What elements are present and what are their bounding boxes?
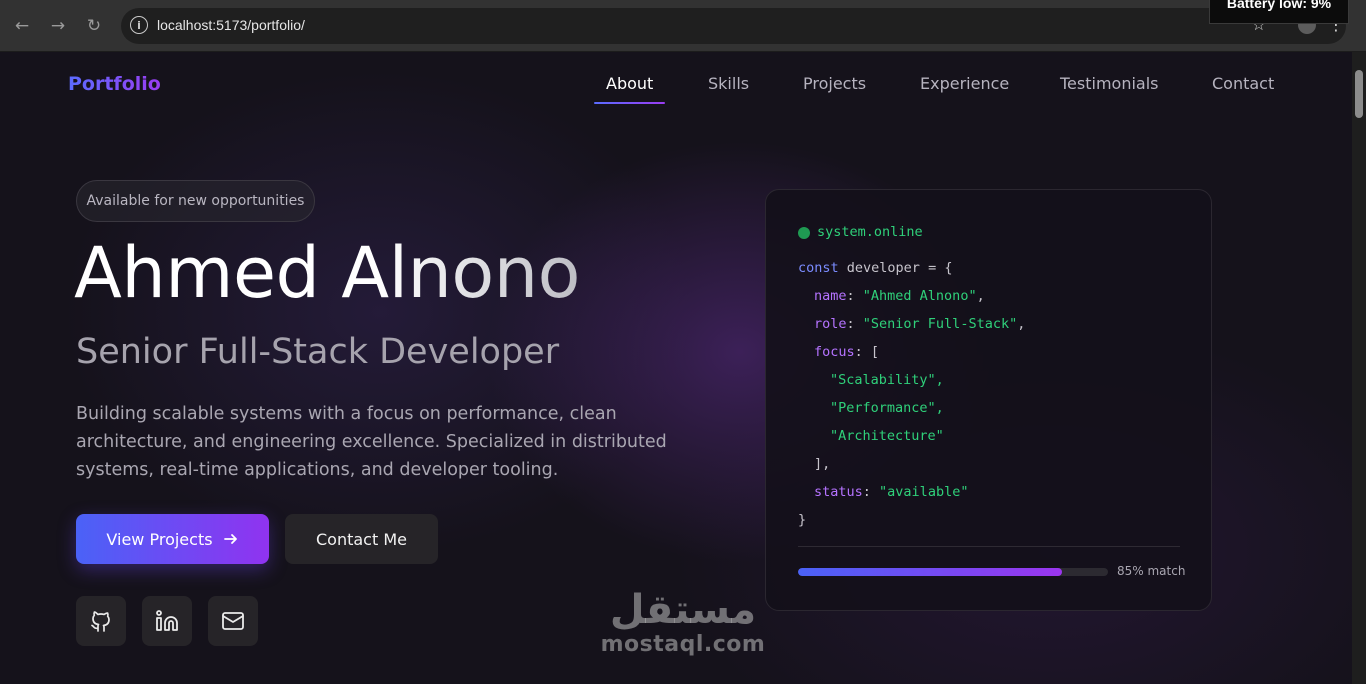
code-focus-item: "Scalability", bbox=[830, 372, 944, 388]
hero-name: Ahmed Alnono bbox=[74, 232, 580, 314]
code-value-status: "available" bbox=[879, 484, 969, 500]
address-bar[interactable]: i localhost:5173/portfolio/ ☆ ⋮ bbox=[121, 8, 1346, 44]
nav-experience[interactable]: Experience bbox=[920, 74, 1009, 93]
nav-projects[interactable]: Projects bbox=[803, 74, 866, 93]
email-button[interactable] bbox=[208, 596, 258, 646]
view-projects-button[interactable]: View Projects bbox=[76, 514, 269, 564]
match-progress-fill bbox=[798, 568, 1062, 576]
active-nav-underline bbox=[594, 102, 665, 104]
linkedin-icon bbox=[156, 610, 178, 631]
github-icon bbox=[91, 611, 110, 632]
forward-arrow-icon[interactable]: → bbox=[45, 13, 71, 39]
card-divider bbox=[798, 546, 1180, 547]
code-value-role: "Senior Full-Stack" bbox=[862, 316, 1018, 332]
nav-skills[interactable]: Skills bbox=[708, 74, 749, 93]
availability-badge: Available for new opportunities bbox=[76, 180, 315, 222]
top-navigation: About Skills Projects Experience Testimo… bbox=[0, 74, 1352, 104]
arrow-right-icon bbox=[223, 534, 237, 544]
nav-testimonials[interactable]: Testimonials bbox=[1060, 74, 1159, 93]
code-key-focus: focus bbox=[814, 344, 855, 360]
hero-description: Building scalable systems with a focus o… bbox=[76, 404, 667, 480]
mostaql-watermark: مستقل mostaql.com bbox=[598, 587, 768, 657]
battery-notification: Battery low: 9% bbox=[1209, 0, 1349, 24]
view-projects-label: View Projects bbox=[106, 529, 213, 549]
browser-toolbar: ← → ↻ i localhost:5173/portfolio/ ☆ ⋮ bbox=[0, 0, 1366, 52]
portfolio-page: Portfolio About Skills Projects Experien… bbox=[0, 52, 1352, 684]
github-button[interactable] bbox=[76, 596, 126, 646]
site-info-icon[interactable]: i bbox=[130, 16, 148, 34]
watermark-latin: mostaql.com bbox=[600, 632, 766, 657]
online-status-dot bbox=[798, 227, 810, 239]
contact-me-button[interactable]: Contact Me bbox=[285, 514, 438, 564]
match-label: 85% match bbox=[1117, 564, 1186, 578]
code-focus-item: "Performance", bbox=[830, 400, 944, 416]
code-key-name: name bbox=[814, 288, 847, 304]
nav-about[interactable]: About bbox=[606, 74, 653, 93]
linkedin-button[interactable] bbox=[142, 596, 192, 646]
hero-role: Senior Full-Stack Developer bbox=[76, 332, 560, 372]
page-scrollbar[interactable] bbox=[1352, 52, 1366, 684]
code-keyword: const bbox=[798, 260, 839, 276]
watermark-arabic: مستقل bbox=[609, 587, 757, 633]
match-progress-bar bbox=[798, 568, 1108, 576]
back-arrow-icon[interactable]: ← bbox=[9, 13, 35, 39]
code-key-role: role bbox=[814, 316, 847, 332]
code-focus-item: "Architecture" bbox=[830, 428, 944, 444]
url-text[interactable]: localhost:5173/portfolio/ bbox=[157, 17, 305, 33]
code-value-name: "Ahmed Alnono" bbox=[862, 288, 977, 304]
code-variable: developer bbox=[846, 260, 920, 276]
nav-contact[interactable]: Contact bbox=[1212, 74, 1274, 93]
mail-icon bbox=[222, 612, 244, 630]
system-status-text: system.online bbox=[817, 224, 923, 240]
developer-code-card: system.online const developer = { name: … bbox=[765, 189, 1212, 611]
code-key-status: status bbox=[814, 484, 863, 500]
scrollbar-thumb[interactable] bbox=[1355, 70, 1363, 118]
reload-icon[interactable]: ↻ bbox=[81, 13, 107, 39]
